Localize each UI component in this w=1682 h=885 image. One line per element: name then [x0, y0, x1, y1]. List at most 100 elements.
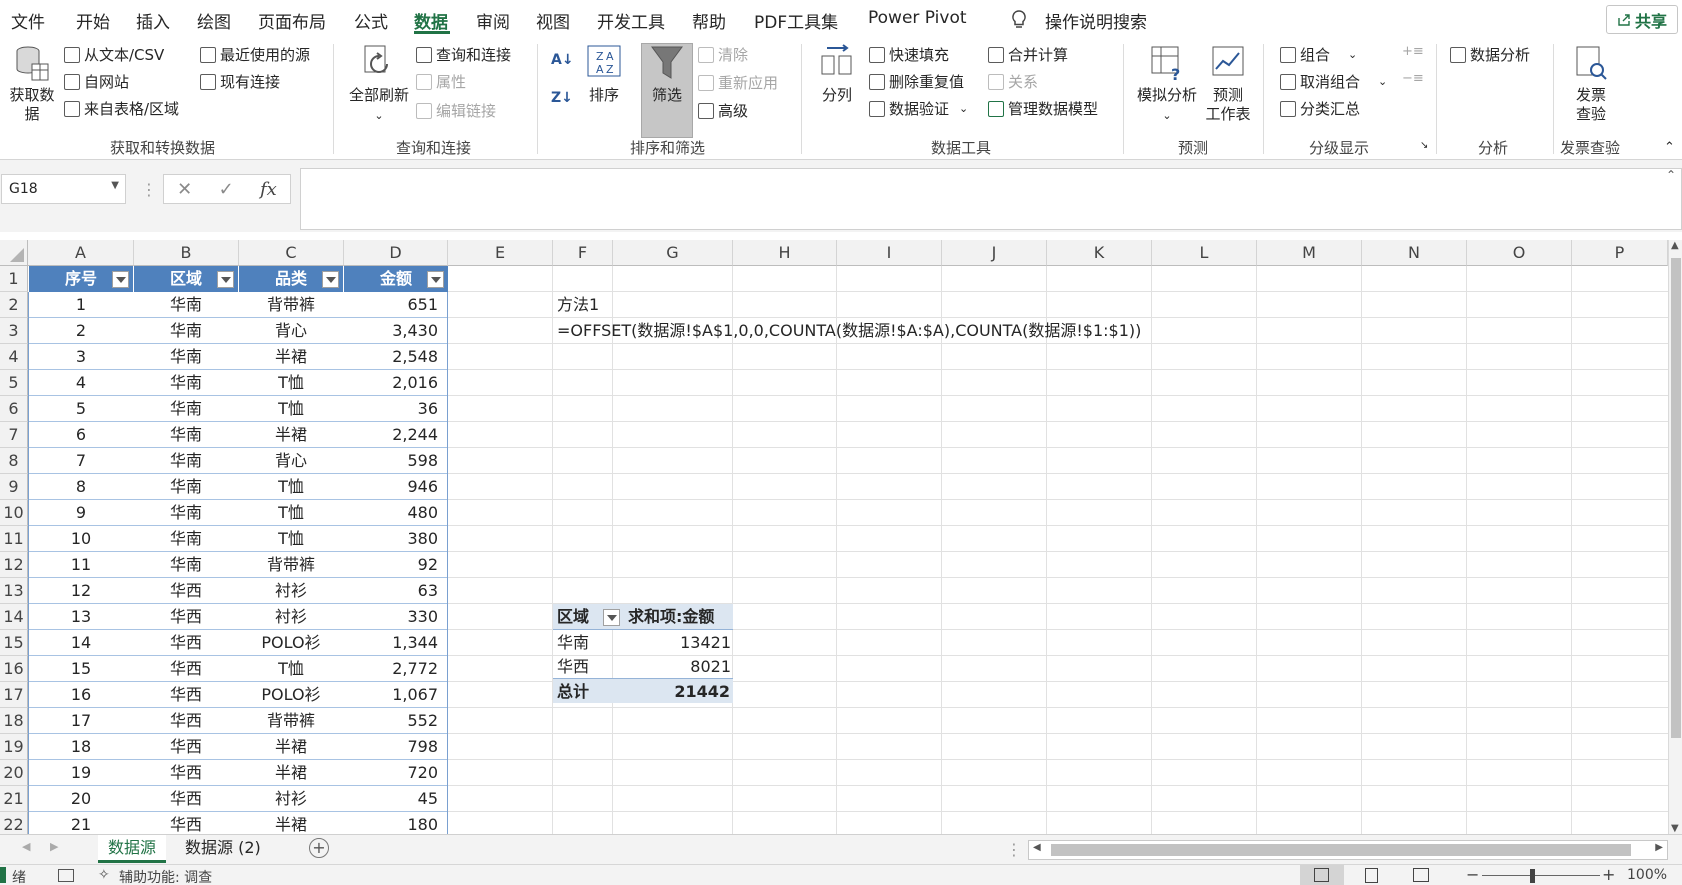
table-cell-seq[interactable]: 14 — [29, 630, 133, 656]
table-cell-seq[interactable]: 8 — [29, 474, 133, 500]
next-sheet-icon[interactable]: ▶ — [50, 840, 58, 853]
table-cell-region[interactable]: 华南 — [134, 474, 238, 500]
table-cell-region[interactable]: 华南 — [134, 370, 238, 396]
row-header[interactable]: 19 — [0, 734, 28, 760]
table-cell-seq[interactable]: 15 — [29, 656, 133, 682]
row-header[interactable]: 20 — [0, 760, 28, 786]
tab-review[interactable]: 审阅 — [476, 8, 510, 33]
table-cell-category[interactable]: T恤 — [239, 474, 343, 500]
tab-home[interactable]: 开始 — [76, 8, 110, 33]
row-header[interactable]: 16 — [0, 656, 28, 682]
table-cell-region[interactable]: 华西 — [134, 630, 238, 656]
table-cell-amount[interactable]: 651 — [344, 292, 448, 318]
table-cell-seq[interactable]: 21 — [29, 812, 133, 834]
row-header[interactable]: 18 — [0, 708, 28, 734]
filter-dropdown-icon[interactable] — [217, 271, 234, 288]
scroll-up-icon[interactable]: ▲ — [1671, 240, 1679, 251]
table-cell-category[interactable]: 背带裤 — [239, 708, 343, 734]
text-to-columns-button[interactable]: 分列 — [814, 44, 860, 105]
share-button[interactable]: 共享 — [1606, 5, 1678, 34]
consolidate-button[interactable]: 合并计算 — [988, 44, 1068, 65]
table-cell-amount[interactable]: 2,016 — [344, 370, 448, 396]
chevron-down-icon[interactable]: ▼ — [111, 180, 119, 191]
column-header[interactable]: O — [1467, 240, 1572, 266]
tab-data[interactable]: 数据 — [414, 8, 448, 33]
row-header[interactable]: 9 — [0, 474, 28, 500]
invoice-check-button[interactable]: 发票 查验 — [1566, 44, 1616, 124]
table-cell-amount[interactable]: 92 — [344, 552, 448, 578]
table-cell-amount[interactable]: 2,548 — [344, 344, 448, 370]
pivot-total-label[interactable]: 总计 — [557, 679, 589, 704]
column-header[interactable]: N — [1362, 240, 1467, 266]
table-cell-amount[interactable]: 36 — [344, 396, 448, 422]
reapply-button[interactable]: 重新应用 — [698, 72, 778, 93]
table-cell-region[interactable]: 华西 — [134, 786, 238, 812]
table-cell-region[interactable]: 华南 — [134, 526, 238, 552]
accessibility-status[interactable]: 辅助功能: 调查 — [119, 867, 212, 885]
method-label[interactable]: 方法1 — [557, 292, 599, 318]
pivot-filter-dropdown-icon[interactable] — [603, 609, 620, 626]
table-cell-region[interactable]: 华南 — [134, 500, 238, 526]
table-cell-region[interactable]: 华南 — [134, 396, 238, 422]
clear-filter-button[interactable]: 清除 — [698, 44, 748, 65]
table-cell-seq[interactable]: 19 — [29, 760, 133, 786]
table-cell-amount[interactable]: 720 — [344, 760, 448, 786]
page-break-view-icon[interactable] — [1413, 868, 1429, 882]
tab-power-pivot[interactable]: Power Pivot — [868, 8, 967, 28]
table-cell-amount[interactable]: 2,244 — [344, 422, 448, 448]
sheet-tab-source-2[interactable]: 数据源 (2) — [175, 835, 271, 863]
column-header[interactable]: K — [1047, 240, 1152, 266]
column-header[interactable]: D — [344, 240, 448, 266]
cancel-icon[interactable]: ✕ — [177, 179, 192, 200]
subtotal-button[interactable]: 分类汇总 — [1280, 98, 1360, 119]
column-header[interactable]: E — [448, 240, 553, 266]
expand-formula-bar-icon[interactable]: ⌃ — [1666, 168, 1676, 182]
row-header[interactable]: 7 — [0, 422, 28, 448]
add-sheet-icon[interactable]: + — [309, 838, 329, 858]
table-cell-amount[interactable]: 180 — [344, 812, 448, 834]
column-header[interactable]: G — [613, 240, 733, 266]
remove-duplicates-button[interactable]: 删除重复值 — [869, 71, 964, 92]
table-cell-seq[interactable]: 2 — [29, 318, 133, 344]
table-header-amount[interactable]: 金额 — [344, 266, 448, 292]
group-button[interactable]: 组合 ⌄ — [1280, 44, 1357, 65]
table-cell-category[interactable]: 衬衫 — [239, 578, 343, 604]
row-header[interactable]: 8 — [0, 448, 28, 474]
table-cell-region[interactable]: 华南 — [134, 318, 238, 344]
table-cell-amount[interactable]: 2,772 — [344, 656, 448, 682]
table-cell-category[interactable]: T恤 — [239, 396, 343, 422]
table-cell-category[interactable]: 背心 — [239, 318, 343, 344]
get-data-button[interactable]: 获取数 据 — [6, 44, 58, 124]
column-header[interactable]: B — [134, 240, 239, 266]
row-header[interactable]: 12 — [0, 552, 28, 578]
zoom-slider-thumb[interactable] — [1530, 869, 1535, 883]
horizontal-scroll-thumb[interactable] — [1051, 844, 1631, 856]
pivot-row-region[interactable]: 华西 — [557, 654, 589, 680]
table-cell-category[interactable]: 半裙 — [239, 422, 343, 448]
prev-sheet-icon[interactable]: ◀ — [22, 840, 30, 853]
properties-button[interactable]: 属性 — [416, 71, 466, 92]
column-header[interactable]: C — [239, 240, 344, 266]
table-cell-region[interactable]: 华西 — [134, 578, 238, 604]
tab-help[interactable]: 帮助 — [692, 8, 726, 33]
queries-connections-button[interactable]: 查询和连接 — [416, 44, 511, 65]
table-cell-amount[interactable]: 1,067 — [344, 682, 448, 708]
table-cell-region[interactable]: 华西 — [134, 760, 238, 786]
formula-text-cell[interactable]: =OFFSET(数据源!$A$1,0,0,COUNTA(数据源!$A:$A),C… — [557, 318, 1141, 344]
column-header[interactable]: H — [733, 240, 837, 266]
table-cell-category[interactable]: POLO衫 — [239, 630, 343, 656]
row-header[interactable]: 10 — [0, 500, 28, 526]
show-detail-button[interactable]: +≡ — [1402, 44, 1424, 59]
row-header[interactable]: 17 — [0, 682, 28, 708]
table-cell-category[interactable]: 半裙 — [239, 734, 343, 760]
outline-dialog-launcher[interactable]: ↘ — [1420, 140, 1428, 151]
lightbulb-icon[interactable] — [1010, 9, 1028, 31]
from-table-button[interactable]: 来自表格/区域 — [64, 98, 179, 119]
table-cell-region[interactable]: 华南 — [134, 448, 238, 474]
column-header[interactable]: M — [1257, 240, 1362, 266]
vertical-scrollbar[interactable]: ▲ ▼ — [1668, 240, 1682, 834]
row-header[interactable]: 1 — [0, 266, 28, 292]
select-all-corner[interactable] — [0, 240, 28, 266]
table-cell-amount[interactable]: 330 — [344, 604, 448, 630]
table-cell-seq[interactable]: 7 — [29, 448, 133, 474]
